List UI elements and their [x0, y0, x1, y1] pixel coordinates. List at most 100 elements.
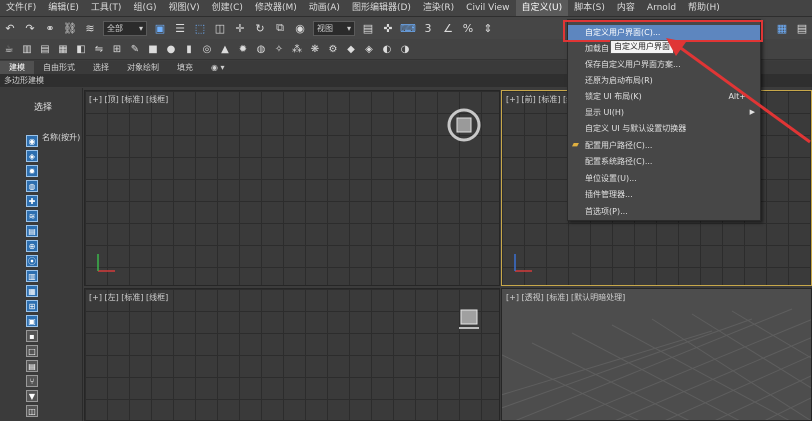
isolate-icon[interactable]: ◐	[381, 43, 393, 55]
selection-filter-dropdown[interactable]: 全部 ▾	[103, 20, 147, 36]
display-hidden-icon[interactable]: ⊞	[26, 300, 38, 312]
menu-animation[interactable]: 动画(A)	[303, 0, 346, 16]
schematic-view-icon[interactable]: ▦	[774, 20, 790, 36]
menu-content[interactable]: 内容	[611, 0, 641, 16]
render-frame-icon[interactable]: ▤	[39, 43, 51, 55]
cylinder-primitive-icon[interactable]: ▮	[183, 43, 195, 55]
system-icon[interactable]: ⚙	[327, 43, 339, 55]
light-icon[interactable]: ✹	[237, 43, 249, 55]
torus-primitive-icon[interactable]: ◎	[201, 43, 213, 55]
scale-icon[interactable]: ⧉	[272, 20, 288, 36]
rect-selection-icon[interactable]: ⬚	[192, 20, 208, 36]
curve-editor-icon[interactable]: ✎	[129, 43, 141, 55]
particle-icon[interactable]: ⁂	[291, 43, 303, 55]
menu-tools[interactable]: 工具(T)	[85, 0, 128, 16]
menu-create[interactable]: 创建(C)	[206, 0, 249, 16]
align-icon[interactable]: ⊞	[111, 43, 123, 55]
layer-icon[interactable]: ◧	[75, 43, 87, 55]
sphere-primitive-icon[interactable]: ●	[165, 43, 177, 55]
tab-populate[interactable]: 填充	[168, 61, 202, 74]
tab-modeling[interactable]: 建模	[0, 61, 34, 74]
display-cameras-icon[interactable]: ◍	[26, 180, 38, 192]
viewport-left-label[interactable]: [+] [左] [标准] [线框]	[89, 292, 168, 303]
bind-spacewarp-icon[interactable]: ≋	[82, 20, 98, 36]
viewport-left[interactable]: [+] [左] [标准] [线框]	[84, 288, 500, 421]
sort-icon[interactable]: ▤	[26, 360, 38, 372]
menu-scripting[interactable]: 脚本(S)	[568, 0, 611, 16]
named-set-icon[interactable]: ◑	[399, 43, 411, 55]
menu-item-config-system-paths[interactable]: 配置系统路径(C)...	[568, 154, 760, 169]
tab-freeform[interactable]: 自由形式	[34, 61, 84, 74]
menu-file[interactable]: 文件(F)	[0, 0, 42, 16]
viewport-top[interactable]: [+] [顶] [标准] [线框]	[84, 90, 500, 286]
teapot-icon[interactable]: ☕	[3, 43, 15, 55]
select-manipulate-icon[interactable]: ✜	[380, 20, 396, 36]
material-editor-icon[interactable]: ▤	[794, 20, 810, 36]
select-by-name-icon[interactable]: ☰	[172, 20, 188, 36]
move-icon[interactable]: ✛	[232, 20, 248, 36]
menu-customize[interactable]: 自定义(U)	[515, 0, 569, 16]
tab-selection[interactable]: 选择	[84, 61, 118, 74]
keyboard-shortcut-icon[interactable]: ⌨	[400, 20, 416, 36]
menu-help[interactable]: 帮助(H)	[682, 0, 726, 16]
window-crossing-icon[interactable]: ◫	[212, 20, 228, 36]
link-icon[interactable]: ⚭	[42, 20, 58, 36]
filter-funnel-icon[interactable]: ▼	[26, 390, 38, 402]
select-object-icon[interactable]: ▣	[152, 20, 168, 36]
menu-rendering[interactable]: 渲染(R)	[417, 0, 460, 16]
percent-snap-icon[interactable]: %	[460, 20, 476, 36]
snap-3d-icon[interactable]: 3	[420, 20, 436, 36]
unlink-icon[interactable]: ⛓	[62, 20, 78, 36]
menu-arnold[interactable]: Arnold	[641, 0, 682, 16]
undo-icon[interactable]: ↶	[2, 20, 18, 36]
display-helpers-icon[interactable]: ✚	[26, 195, 38, 207]
angle-snap-icon[interactable]: ∠	[440, 20, 456, 36]
spacewarp-icon[interactable]: ❋	[309, 43, 321, 55]
display-containers-icon[interactable]: ▥	[26, 270, 38, 282]
display-geometry-icon[interactable]: ◉	[26, 135, 38, 147]
cone-primitive-icon[interactable]: ▲	[219, 43, 231, 55]
viewport-top-label[interactable]: [+] [顶] [标准] [线框]	[89, 94, 168, 105]
menu-item-preferences[interactable]: 首选项(P)...	[568, 204, 760, 219]
spinner-snap-icon[interactable]: ⇕	[480, 20, 496, 36]
scene-explorer-select-label[interactable]: 选择	[34, 100, 52, 113]
helper-icon[interactable]: ✧	[273, 43, 285, 55]
menu-graph-editors[interactable]: 图形编辑器(D)	[346, 0, 417, 16]
shape-icon[interactable]: ◆	[345, 43, 357, 55]
render-setup-icon[interactable]: ▥	[21, 43, 33, 55]
viewport-perspective[interactable]: [+] [透视] [标准] [默认明暗处理]	[501, 288, 812, 421]
display-xrefs-icon[interactable]: ⊕	[26, 240, 38, 252]
menu-civil-view[interactable]: Civil View	[460, 0, 515, 16]
display-frozen-icon[interactable]: ▦	[26, 285, 38, 297]
hierarchy-icon[interactable]: ⑂	[26, 375, 38, 387]
display-groups-icon[interactable]: ▤	[26, 225, 38, 237]
rotate-icon[interactable]: ↻	[252, 20, 268, 36]
menu-group[interactable]: 组(G)	[127, 0, 162, 16]
geometry-icon[interactable]: ◈	[363, 43, 375, 55]
menu-view[interactable]: 视图(V)	[162, 0, 205, 16]
display-lights-icon[interactable]: ✹	[26, 165, 38, 177]
ribbon-options-icon[interactable]: ◉ ▾	[202, 61, 234, 74]
use-pivot-icon[interactable]: ▤	[360, 20, 376, 36]
menu-modifiers[interactable]: 修改器(M)	[249, 0, 303, 16]
tab-object-paint[interactable]: 对象绘制	[118, 61, 168, 74]
box-primitive-icon[interactable]: ■	[147, 43, 159, 55]
viewcube-icon[interactable]	[445, 106, 483, 144]
display-none-icon[interactable]: ▪	[26, 330, 38, 342]
menu-edit[interactable]: 编辑(E)	[42, 0, 85, 16]
display-bones-icon[interactable]: ⦿	[26, 255, 38, 267]
display-shapes-icon[interactable]: ◈	[26, 150, 38, 162]
display-invert-icon[interactable]: □	[26, 345, 38, 357]
viewcube-icon[interactable]	[457, 307, 481, 333]
place-icon[interactable]: ◉	[292, 20, 308, 36]
menu-item-plugin-manager[interactable]: 插件管理器...	[568, 187, 760, 202]
camera-icon[interactable]: ◍	[255, 43, 267, 55]
layer-explorer-icon[interactable]: ◫	[26, 405, 38, 417]
mirror-icon[interactable]: ⇋	[93, 43, 105, 55]
scene-explorer-name-header[interactable]: 名称(按升)	[42, 132, 80, 143]
menu-item-units-setup[interactable]: 单位设置(U)...	[568, 171, 760, 186]
grid-icon[interactable]: ▦	[57, 43, 69, 55]
display-all-icon[interactable]: ▣	[26, 315, 38, 327]
redo-icon[interactable]: ↷	[22, 20, 38, 36]
display-spacewarps-icon[interactable]: ≋	[26, 210, 38, 222]
